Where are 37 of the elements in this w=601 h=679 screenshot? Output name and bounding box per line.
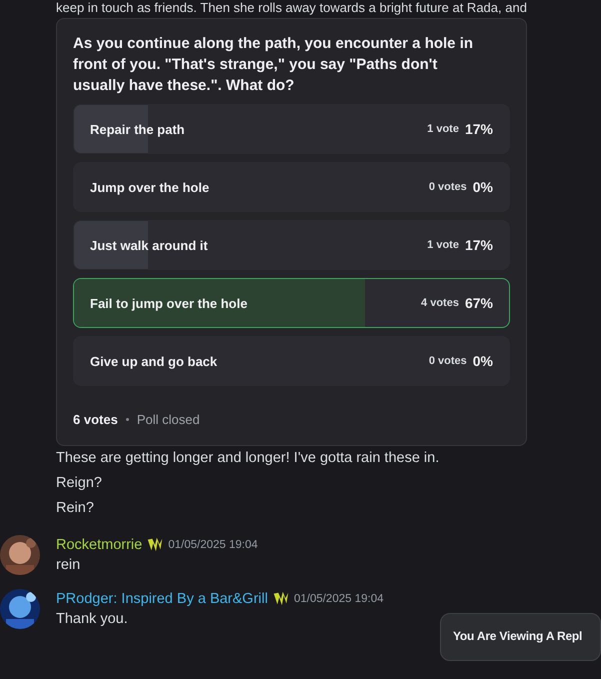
vote-count: 4 votes: [421, 297, 459, 309]
poll-question: As you continue along the path, you encounter a hole in front of you. "That's strange," you say "Paths don't usually have these.". What do?: [73, 34, 474, 96]
poll-option[interactable]: Fail to jump over the hole 4 votes 67%: [73, 278, 510, 328]
timestamp: 01/05/2025 19:04: [168, 539, 258, 551]
vote-percent: 17%: [464, 121, 493, 137]
vote-total: 6 votes: [73, 412, 118, 427]
badge-icon: [146, 536, 164, 554]
timestamp: 01/05/2025 19:04: [294, 593, 384, 605]
vote-percent: 67%: [464, 295, 493, 311]
notice-popup: You Are Viewing A Repl: [440, 613, 601, 661]
option-label: Repair the path: [90, 122, 186, 136]
vote-percent: 0%: [472, 353, 493, 369]
vote-percent: 17%: [464, 237, 493, 253]
message-text: Thank you.: [56, 610, 129, 629]
vote-count: 0 votes: [428, 181, 467, 193]
message-text: These are getting longer and longer! I've gotta rain these in.: [56, 449, 440, 468]
message-text: Rein?: [56, 499, 95, 518]
poll-option[interactable]: Just walk around it 1 vote 17%: [73, 220, 510, 270]
option-label: Give up and go back: [90, 354, 218, 368]
option-label: Jump over the hole: [90, 180, 210, 194]
badge-icon: [272, 590, 290, 608]
vote-count: 0 votes: [428, 355, 467, 367]
message-text: Reign?: [56, 474, 103, 493]
author-name[interactable]: PRodger: Inspired By a Bar&Grill: [56, 591, 268, 607]
message-text: rein: [56, 556, 82, 575]
message-text: keep in touch as friends. Then she rolls away towards a bright future at Rada, and: [56, 0, 528, 16]
author-name[interactable]: Rocketmorrie: [56, 537, 142, 553]
option-label: Fail to jump over the hole: [90, 296, 248, 310]
poll-option[interactable]: Repair the path 1 vote 17%: [73, 104, 510, 154]
vote-percent: 0%: [472, 179, 493, 195]
option-label: Just walk around it: [90, 238, 209, 252]
poll-option[interactable]: Give up and go back 0 votes 0%: [73, 336, 510, 386]
vote-count: 1 vote: [427, 123, 459, 135]
separator-dot: [126, 418, 129, 421]
poll-status: Poll closed: [136, 412, 200, 427]
poll-option[interactable]: Jump over the hole 0 votes 0%: [73, 162, 510, 212]
vote-count: 1 vote: [427, 239, 459, 251]
